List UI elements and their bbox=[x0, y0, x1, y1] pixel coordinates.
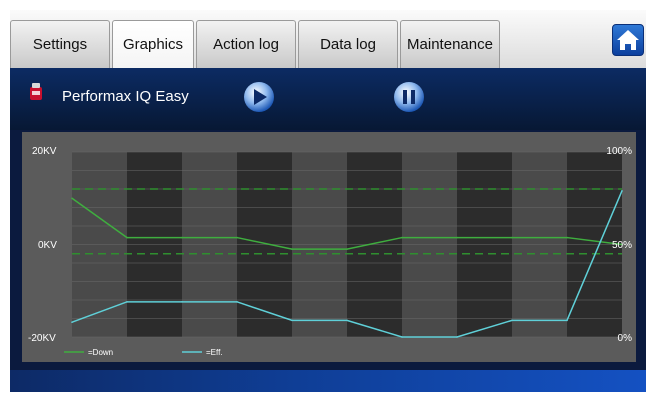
data-point-down bbox=[236, 236, 238, 239]
data-point-eff bbox=[346, 319, 348, 322]
chart-panel: 20KV 0KV -20KV 100% 50% 0% =Down =Eff. bbox=[22, 132, 636, 362]
bottom-status-bar bbox=[10, 370, 646, 392]
data-point-down bbox=[291, 248, 293, 250]
left-tick-middle: 0KV bbox=[38, 240, 57, 251]
data-point-down bbox=[456, 236, 458, 239]
data-point-eff bbox=[456, 336, 458, 338]
left-tick-bottom: -20KV bbox=[28, 333, 56, 344]
data-point-down bbox=[346, 248, 348, 250]
left-tick-top: 20KV bbox=[32, 146, 57, 157]
data-point-down bbox=[566, 236, 568, 239]
data-point-eff bbox=[71, 321, 73, 323]
product-header: Performax IQ Easy bbox=[10, 68, 646, 130]
play-button[interactable] bbox=[242, 80, 276, 114]
right-tick-bottom: 0% bbox=[618, 333, 633, 344]
tab-bar: Settings Graphics Action log Data log Ma… bbox=[10, 10, 646, 68]
legend-down-label: =Down bbox=[88, 348, 113, 357]
legend-eff-label: =Eff. bbox=[206, 348, 223, 357]
tab-data-log[interactable]: Data log bbox=[298, 20, 398, 68]
right-tick-top: 100% bbox=[606, 146, 632, 157]
tab-settings[interactable]: Settings bbox=[10, 20, 110, 68]
data-point-eff bbox=[511, 319, 513, 322]
home-icon bbox=[617, 30, 639, 50]
data-point-eff bbox=[126, 301, 128, 303]
data-point-eff bbox=[566, 319, 568, 322]
data-point-eff bbox=[401, 336, 403, 338]
data-point-down bbox=[71, 197, 73, 200]
tab-action-log[interactable]: Action log bbox=[196, 20, 296, 68]
data-point-eff bbox=[181, 301, 183, 303]
data-point-eff bbox=[621, 190, 623, 192]
app-screen: Settings Graphics Action log Data log Ma… bbox=[10, 10, 646, 392]
tab-graphics[interactable]: Graphics bbox=[112, 20, 194, 68]
data-point-down bbox=[511, 236, 513, 239]
voltage-efficiency-chart: 20KV 0KV -20KV 100% 50% 0% =Down =Eff. bbox=[28, 146, 633, 357]
data-point-eff bbox=[291, 319, 293, 322]
pause-button[interactable] bbox=[392, 80, 426, 114]
data-point-eff bbox=[236, 301, 238, 303]
data-point-down bbox=[126, 236, 128, 239]
data-point-down bbox=[401, 236, 403, 239]
ionizer-device-icon bbox=[30, 83, 42, 100]
home-button[interactable] bbox=[612, 24, 644, 56]
data-point-down bbox=[181, 236, 183, 239]
tab-maintenance[interactable]: Maintenance bbox=[400, 20, 500, 68]
right-tick-middle: 50% bbox=[612, 240, 632, 251]
product-name: Performax IQ Easy bbox=[62, 88, 189, 105]
